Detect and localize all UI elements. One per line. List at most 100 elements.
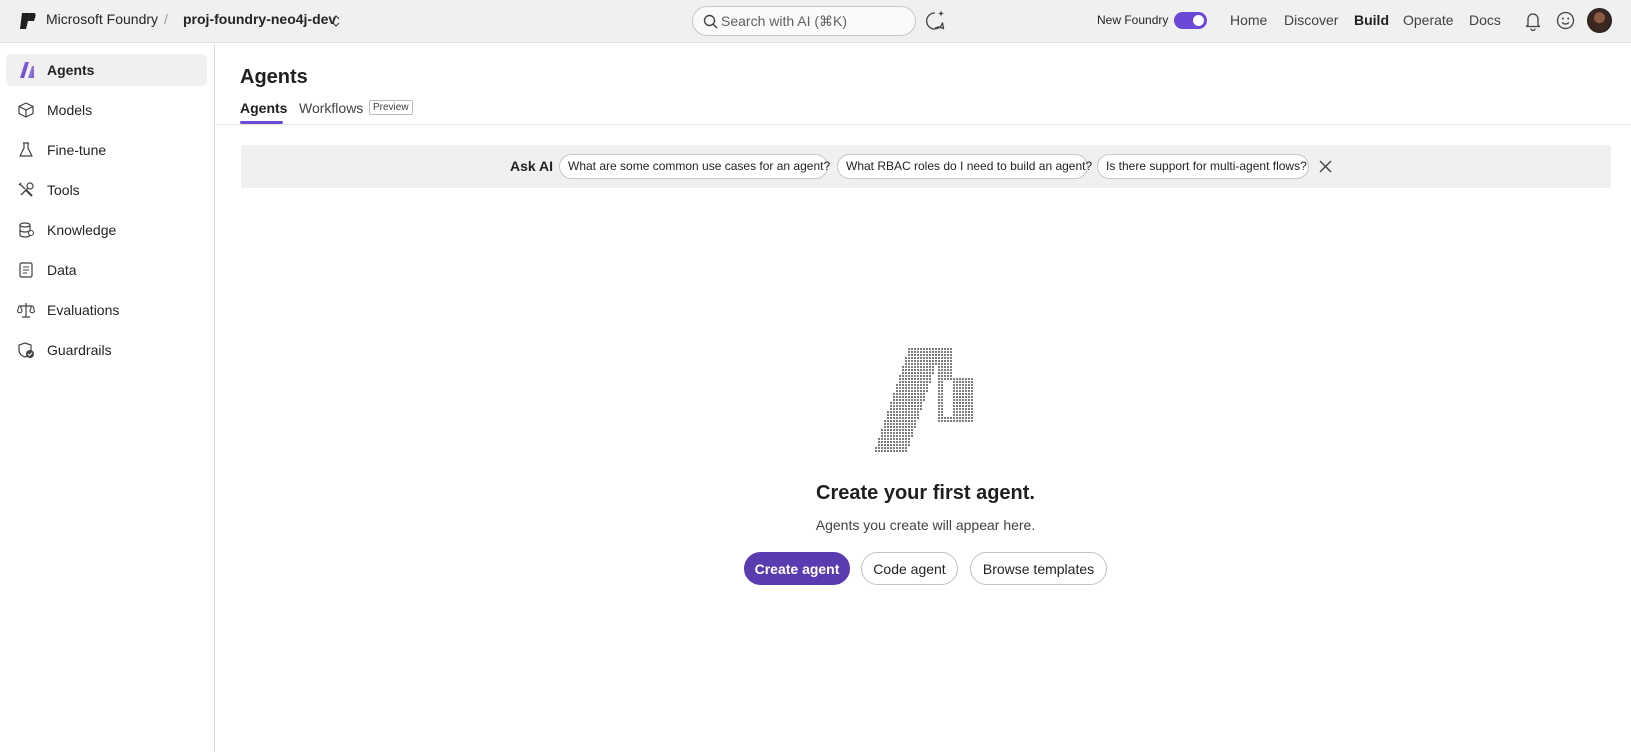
illustration-dot <box>899 390 901 392</box>
illustration-dot <box>884 450 886 452</box>
illustration-dot <box>908 399 910 401</box>
illustration-dot <box>920 375 922 377</box>
illustration-dot <box>962 411 964 413</box>
illustration-dot <box>881 447 883 449</box>
illustration-dot <box>914 399 916 401</box>
illustration-dot <box>923 384 925 386</box>
illustration-dot <box>890 438 892 440</box>
illustration-dot <box>938 381 940 383</box>
illustration-dot <box>905 396 907 398</box>
illustration-dot <box>950 348 952 350</box>
illustration-dot <box>911 378 913 380</box>
sidebar-item-knowledge[interactable]: Knowledge <box>6 214 207 246</box>
illustration-dot <box>923 372 925 374</box>
nav-discover[interactable]: Discover <box>1284 12 1338 28</box>
illustration-dot <box>935 357 937 359</box>
illustration-dot <box>953 405 955 407</box>
illustration-dot <box>953 387 955 389</box>
new-foundry-toggle[interactable] <box>1174 12 1207 29</box>
illustration-dot <box>938 384 940 386</box>
illustration-dot <box>899 429 901 431</box>
illustration-dot <box>887 417 889 419</box>
sidebar-item-data[interactable]: Data <box>6 254 207 286</box>
illustration-dot <box>938 393 940 395</box>
illustration-dot <box>911 411 913 413</box>
nav-operate[interactable]: Operate <box>1403 12 1454 28</box>
illustration-dot <box>944 357 946 359</box>
illustration-dot <box>914 393 916 395</box>
illustration-dot <box>953 381 955 383</box>
sidebar-item-guardrails[interactable]: Guardrails <box>6 334 207 366</box>
sidebar-item-models[interactable]: Models <box>6 94 207 126</box>
illustration-dot <box>920 378 922 380</box>
illustration-dot <box>899 423 901 425</box>
nav-build[interactable]: Build <box>1354 12 1389 28</box>
project-selector[interactable]: proj-foundry-neo4j-dev <box>183 11 336 27</box>
browse-templates-button[interactable]: Browse templates <box>970 552 1107 585</box>
ask-ai-suggestion-multi-agent[interactable]: Is there support for multi-agent flows? <box>1097 154 1309 179</box>
illustration-dot <box>920 405 922 407</box>
illustration-dot <box>935 363 937 365</box>
illustration-dot <box>929 363 931 365</box>
illustration-dot <box>932 372 934 374</box>
foundry-logo-icon[interactable] <box>18 11 38 31</box>
illustration-dot <box>887 432 889 434</box>
illustration-dot <box>923 357 925 359</box>
illustration-dot <box>962 396 964 398</box>
nav-docs[interactable]: Docs <box>1469 12 1501 28</box>
ask-ai-suggestion-use-cases[interactable]: What are some common use cases for an ag… <box>559 154 830 179</box>
chevron-updown-icon[interactable] <box>331 13 341 29</box>
illustration-dot <box>893 414 895 416</box>
agents-icon <box>20 62 34 78</box>
illustration-dot <box>926 351 928 353</box>
illustration-dot <box>905 360 907 362</box>
illustration-dot <box>917 402 919 404</box>
illustration-dot <box>923 375 925 377</box>
close-icon[interactable] <box>1319 160 1332 173</box>
illustration-dot <box>890 444 892 446</box>
illustration-dot <box>911 396 913 398</box>
illustration-dot <box>899 450 901 452</box>
illustration-dot <box>911 417 913 419</box>
tab-workflows[interactable]: Workflows <box>299 100 363 124</box>
sidebar-item-agents[interactable]: Agents <box>6 54 207 86</box>
illustration-dot <box>920 354 922 356</box>
bell-icon[interactable] <box>1524 11 1542 31</box>
sidebar-item-evaluations[interactable]: Evaluations <box>6 294 207 326</box>
illustration-dot <box>890 414 892 416</box>
illustration-dot <box>944 375 946 377</box>
illustration-dot <box>911 354 913 356</box>
illustration-dot <box>896 396 898 398</box>
illustration-dot <box>965 402 967 404</box>
wrench-icon <box>18 182 34 197</box>
nav-home[interactable]: Home <box>1230 12 1267 28</box>
illustration-dot <box>908 423 910 425</box>
code-agent-button[interactable]: Code agent <box>861 552 958 585</box>
search-box[interactable] <box>692 6 916 36</box>
create-agent-button[interactable]: Create agent <box>744 552 850 585</box>
chat-spark-icon[interactable] <box>924 9 946 31</box>
sidebar-item-fine-tune[interactable]: Fine-tune <box>6 134 207 166</box>
illustration-dot <box>929 366 931 368</box>
illustration-dot <box>947 360 949 362</box>
illustration-dot <box>875 447 877 449</box>
smile-icon[interactable] <box>1556 11 1575 30</box>
illustration-dot <box>971 384 973 386</box>
illustration-dot <box>968 417 970 419</box>
search-input[interactable] <box>721 10 907 32</box>
illustration-dot <box>911 360 913 362</box>
illustration-dot <box>950 372 952 374</box>
illustration-dot <box>902 396 904 398</box>
brand-name[interactable]: Microsoft Foundry <box>46 11 158 27</box>
illustration-dot <box>896 414 898 416</box>
illustration-dot <box>956 384 958 386</box>
illustration-dot <box>917 381 919 383</box>
illustration-dot <box>926 354 928 356</box>
illustration-dot <box>911 372 913 374</box>
illustration-dot <box>908 429 910 431</box>
sidebar-item-tools[interactable]: Tools <box>6 174 207 206</box>
illustration-dot <box>944 348 946 350</box>
avatar[interactable] <box>1587 8 1612 33</box>
illustration-dot <box>962 384 964 386</box>
ask-ai-suggestion-rbac[interactable]: What RBAC roles do I need to build an ag… <box>837 154 1092 179</box>
